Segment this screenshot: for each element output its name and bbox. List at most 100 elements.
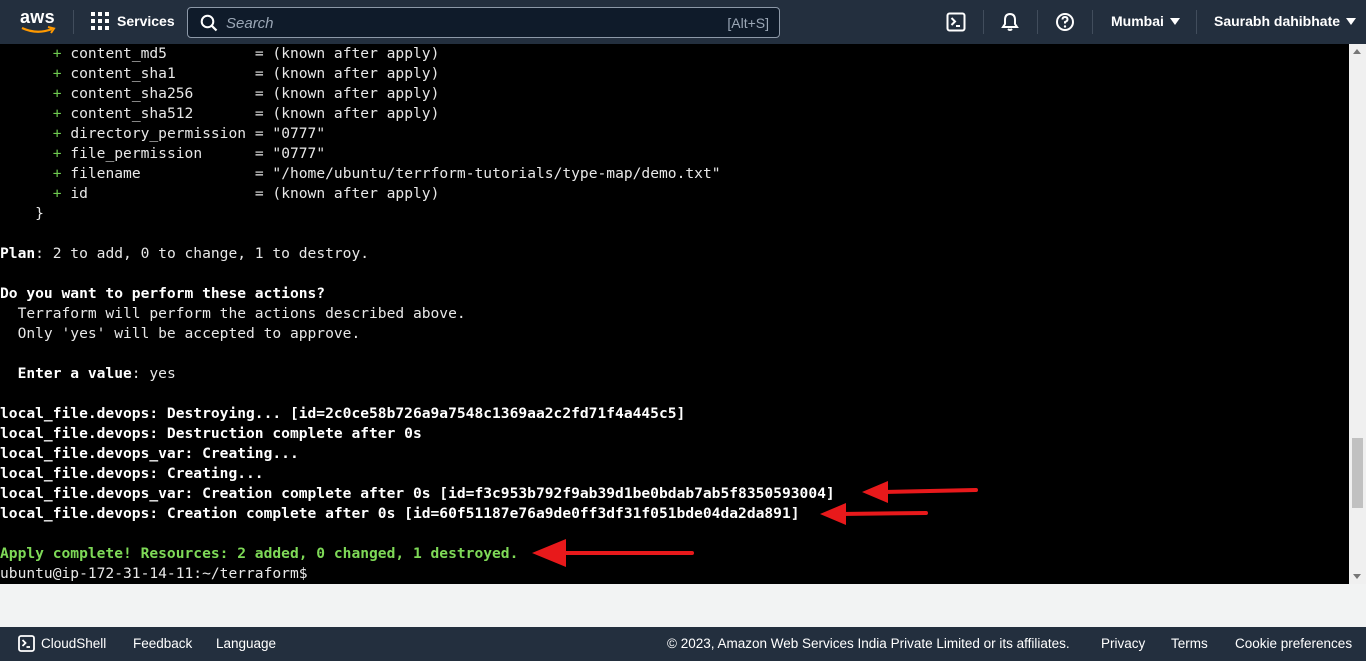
search-icon <box>200 14 218 32</box>
plus-marker: + <box>52 65 62 82</box>
output-text: local_file.devops: Creation complete aft… <box>0 505 800 522</box>
output-text: local_file.devops: Destroying... [id=2c0… <box>0 405 686 422</box>
cloudshell-icon[interactable] <box>18 635 35 652</box>
shell-prompt: ubuntu@ip-172-31-14-11:~/terraform$ <box>0 565 308 582</box>
attribute-value: = (known after apply) <box>254 85 440 102</box>
plan-label: Plan <box>0 245 36 262</box>
top-navigation: aws Services [Alt+S] <box>0 0 1366 44</box>
terminal-output-line: local_file.devops: Destruction complete … <box>0 424 835 444</box>
attribute-key: directory_permission <box>70 125 247 142</box>
terminal-output-line: local_file.devops: Creating... <box>0 464 835 484</box>
region-selector[interactable]: Mumbai <box>1111 13 1180 29</box>
enter-value-line: Enter a value: yes <box>0 364 835 384</box>
cloudshell-icon[interactable] <box>945 11 967 33</box>
shell-prompt-line: ubuntu@ip-172-31-14-11:~/terraform$ <box>0 564 835 584</box>
services-label: Services <box>117 13 175 29</box>
closing-brace: } <box>0 205 44 222</box>
terminal-scrollbar[interactable] <box>1349 44 1366 584</box>
terminal-output-line: local_file.devops_var: Creating... <box>0 444 835 464</box>
terminal-line: } <box>0 204 835 224</box>
footer-privacy-link[interactable]: Privacy <box>1101 636 1145 651</box>
account-menu[interactable]: Saurabh dahibhate <box>1214 13 1357 29</box>
entered-value: yes <box>149 365 176 382</box>
plus-marker: + <box>52 85 62 102</box>
terminal-output[interactable]: + content_md5 = (known after apply) + co… <box>0 44 1349 584</box>
scrollbar-thumb[interactable] <box>1352 438 1363 508</box>
footer-language-link[interactable]: Language <box>216 636 276 651</box>
attribute-key: content_sha512 <box>70 105 247 122</box>
plus-marker: + <box>52 45 62 62</box>
help-icon[interactable] <box>1054 11 1076 33</box>
services-menu-button[interactable]: Services <box>91 12 175 30</box>
plus-marker: + <box>52 125 62 142</box>
content-background <box>0 584 1366 627</box>
divider <box>1037 10 1038 34</box>
footer-copyright: © 2023, Amazon Web Services India Privat… <box>667 636 1070 651</box>
terminal-output-line: local_file.devops: Creation complete aft… <box>0 504 835 524</box>
terminal-attribute-line: + filename = "/home/ubuntu/terrform-tuto… <box>0 164 835 184</box>
plus-marker: + <box>52 165 62 182</box>
confirmation-question: Do you want to perform these actions? <box>0 285 326 302</box>
attribute-key: content_md5 <box>70 45 247 62</box>
terminal-output-line: local_file.devops_var: Creation complete… <box>0 484 835 504</box>
scroll-up-icon[interactable] <box>1353 49 1361 54</box>
info-text: Only 'yes' will be accepted to approve. <box>0 325 361 342</box>
footer-feedback-link[interactable]: Feedback <box>133 636 192 651</box>
divider <box>1092 10 1093 34</box>
attribute-key: filename <box>70 165 247 182</box>
terminal-attribute-line: + content_md5 = (known after apply) <box>0 44 835 64</box>
plus-marker: + <box>52 105 62 122</box>
aws-smile-icon <box>21 26 56 34</box>
search-bar[interactable]: [Alt+S] <box>187 7 780 38</box>
attribute-value: = (known after apply) <box>254 65 440 82</box>
attribute-key: content_sha1 <box>70 65 247 82</box>
info-text: Terraform will perform the actions descr… <box>0 305 466 322</box>
terminal-attribute-line: + content_sha256 = (known after apply) <box>0 84 835 104</box>
plus-marker: + <box>52 145 62 162</box>
apply-complete-text: Apply complete! Resources: 2 added, 0 ch… <box>0 545 519 562</box>
terminal-attribute-line: + file_permission = "0777" <box>0 144 835 164</box>
region-label: Mumbai <box>1111 13 1164 29</box>
scroll-down-icon[interactable] <box>1353 574 1361 579</box>
terminal-lines: + content_md5 = (known after apply) + co… <box>0 44 835 584</box>
attribute-value: = "0777" <box>254 145 326 162</box>
plan-summary-line: Plan: 2 to add, 0 to change, 1 to destro… <box>0 244 835 264</box>
terminal-attribute-line: + directory_permission = "0777" <box>0 124 835 144</box>
notifications-bell-icon[interactable] <box>999 11 1021 33</box>
divider <box>1196 10 1197 34</box>
terminal-attribute-line: + id = (known after apply) <box>0 184 835 204</box>
divider <box>983 10 984 34</box>
output-text: local_file.devops: Destruction complete … <box>0 425 422 442</box>
search-input[interactable] <box>226 12 696 34</box>
output-text: local_file.devops_var: Creation complete… <box>0 485 835 502</box>
attribute-value: = "0777" <box>254 125 326 142</box>
output-text: local_file.devops: Creating... <box>0 465 264 482</box>
terminal-line: Terraform will perform the actions descr… <box>0 304 835 324</box>
enter-value-label: Enter a value <box>0 365 132 382</box>
terminal-output-line: local_file.devops: Destroying... [id=2c0… <box>0 404 835 424</box>
output-text: local_file.devops_var: Creating... <box>0 445 299 462</box>
footer-cookie-preferences-link[interactable]: Cookie preferences <box>1235 636 1352 651</box>
plan-text: : 2 to add, 0 to change, 1 to destroy. <box>35 245 370 262</box>
terminal-line: Only 'yes' will be accepted to approve. <box>0 324 835 344</box>
terminal-attribute-line: + content_sha512 = (known after apply) <box>0 104 835 124</box>
aws-logo[interactable]: aws <box>20 7 58 35</box>
plus-marker: + <box>52 185 62 202</box>
footer: CloudShell Feedback Language © 2023, Ama… <box>0 627 1366 661</box>
attribute-key: id <box>70 185 247 202</box>
footer-cloudshell-link[interactable]: CloudShell <box>41 636 106 651</box>
attribute-value: = "/home/ubuntu/terrform-tutorials/type-… <box>254 165 721 182</box>
divider <box>73 10 74 34</box>
attribute-value: = (known after apply) <box>254 45 440 62</box>
footer-terms-link[interactable]: Terms <box>1171 636 1208 651</box>
services-grid-icon <box>91 12 109 30</box>
